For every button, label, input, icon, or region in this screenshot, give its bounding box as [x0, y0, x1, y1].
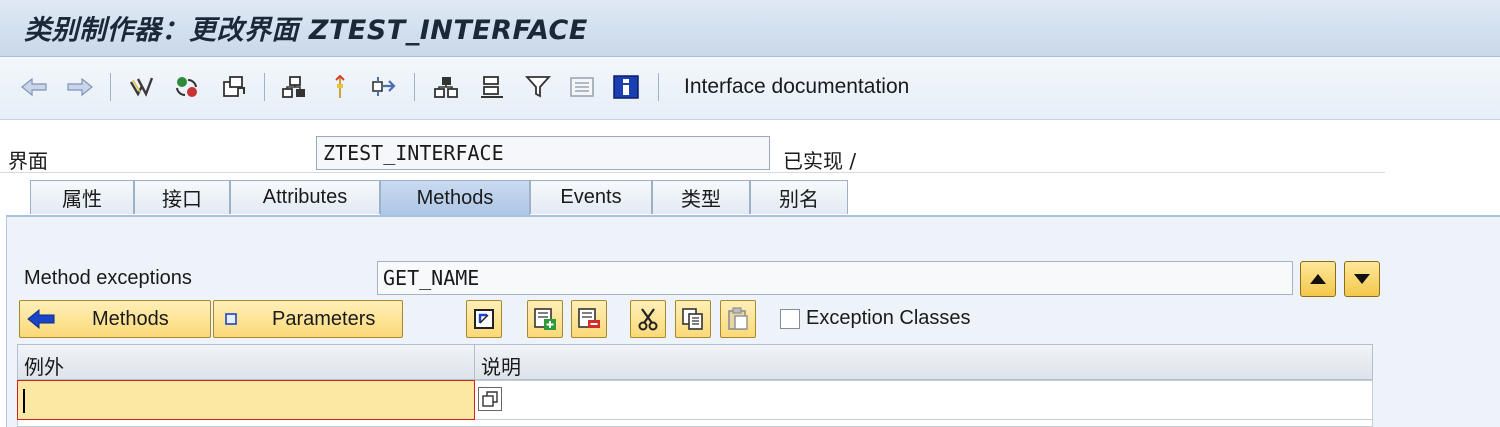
tab-types[interactable]: 类型	[652, 180, 750, 214]
tab-methods[interactable]: Methods	[380, 180, 530, 216]
navigate-icon[interactable]	[370, 73, 398, 101]
interface-label: 界面	[8, 149, 48, 173]
tab-interfaces[interactable]: 接口	[134, 180, 230, 214]
exception-classes-checkbox[interactable]	[780, 309, 800, 329]
paste-icon	[728, 307, 748, 330]
methods-button[interactable]: Methods	[19, 300, 211, 338]
exception-input-cell[interactable]	[17, 380, 475, 420]
exception-classes-label: Exception Classes	[806, 307, 971, 329]
methods-button-label: Methods	[92, 307, 169, 330]
forward-arrow-icon[interactable]	[66, 73, 94, 101]
method-name-field[interactable]: GET_NAME	[377, 261, 1293, 295]
delete-row-icon	[578, 308, 600, 328]
triangle-up-icon	[1310, 274, 1326, 284]
where-used-icon[interactable]	[220, 73, 248, 101]
insert-row-icon	[534, 308, 556, 330]
tab-attributes[interactable]: Attributes	[230, 180, 380, 214]
interface-documentation-button[interactable]: Interface documentation	[684, 75, 909, 99]
activate-icon[interactable]	[173, 73, 201, 101]
detail-icon	[474, 309, 494, 329]
paste-button[interactable]	[720, 300, 756, 338]
pointer-icon[interactable]	[326, 73, 354, 101]
parameters-button[interactable]: Parameters	[213, 300, 403, 338]
parameters-button-label: Parameters	[272, 307, 376, 330]
text-caret	[23, 389, 25, 413]
previous-method-button[interactable]	[1300, 261, 1336, 297]
header-divider	[0, 172, 1385, 173]
object-list-icon[interactable]	[432, 73, 460, 101]
hierarchy-icon[interactable]	[280, 73, 308, 101]
method-exceptions-label: Method exceptions	[24, 267, 192, 289]
status-text: 已实现 /	[783, 149, 857, 173]
triangle-down-icon	[1354, 274, 1370, 284]
copy-button[interactable]	[675, 300, 711, 338]
cut-button[interactable]	[630, 300, 666, 338]
insert-row-button[interactable]	[527, 300, 563, 338]
detail-view-button[interactable]	[466, 300, 502, 338]
back-arrow-icon	[27, 308, 55, 330]
list-icon[interactable]	[568, 73, 596, 101]
filter-icon[interactable]	[524, 73, 552, 101]
column-header-description[interactable]: 说明	[475, 344, 1373, 380]
small-square-icon	[225, 313, 237, 325]
table-row	[17, 420, 1373, 427]
exceptions-table: 例外 说明	[17, 344, 1373, 427]
toolbar-separator	[658, 73, 659, 101]
value-help-icon	[482, 391, 498, 407]
back-arrow-icon[interactable]	[20, 73, 48, 101]
window-title: 类别制作器：更改界面 ZTEST_INTERFACE	[24, 15, 588, 46]
interface-field[interactable]: ZTEST_INTERFACE	[316, 136, 770, 170]
scissors-icon	[638, 308, 658, 331]
delete-row-button[interactable]	[571, 300, 607, 338]
toolbar-separator	[414, 73, 415, 101]
next-method-button[interactable]	[1344, 261, 1380, 297]
title-bar: 类别制作器：更改界面 ZTEST_INTERFACE	[0, 0, 1500, 57]
toolbar-separator	[110, 73, 111, 101]
tab-events[interactable]: Events	[530, 180, 652, 214]
column-header-exception[interactable]: 例外	[17, 344, 475, 380]
copy-icon	[682, 308, 703, 330]
tab-aliases[interactable]: 别名	[750, 180, 848, 214]
value-help-button[interactable]	[478, 387, 502, 411]
description-input-cell[interactable]	[475, 380, 1373, 420]
structure-icon[interactable]	[478, 73, 506, 101]
tab-strip: 属性 接口 Attributes Methods Events 类型 别名	[0, 180, 1500, 216]
tab-properties[interactable]: 属性	[30, 180, 134, 214]
application-toolbar: Interface documentation	[0, 57, 1500, 120]
check-icon[interactable]	[128, 73, 156, 101]
info-icon[interactable]	[612, 73, 640, 101]
toolbar-separator	[264, 73, 265, 101]
